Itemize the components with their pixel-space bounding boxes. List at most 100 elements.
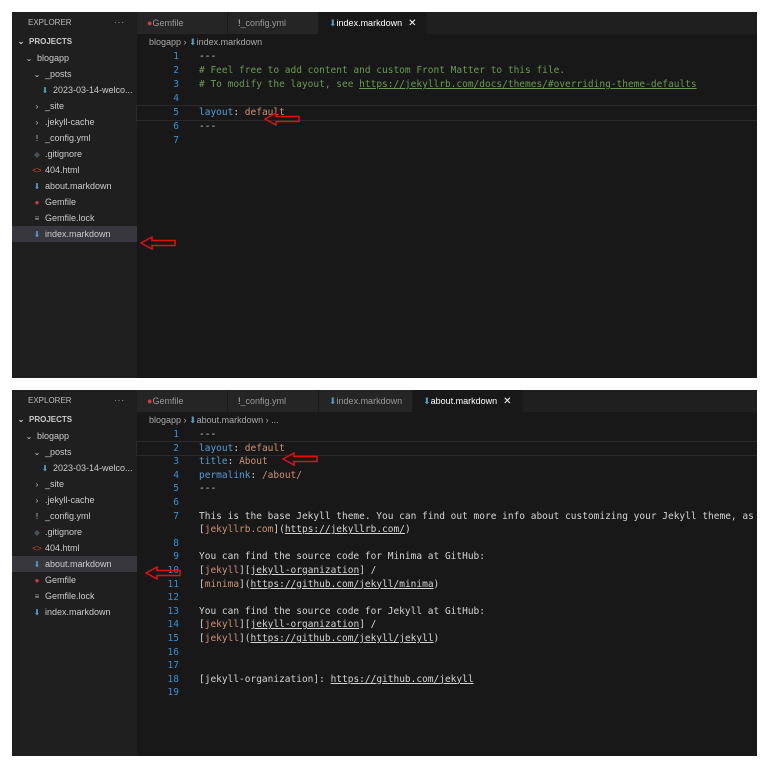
projects-section-header[interactable]: ⌄ PROJECTS — [12, 34, 137, 50]
projects-section-header[interactable]: ⌄ PROJECTS — [12, 412, 137, 428]
tree-item[interactable]: › .jekyll-cache — [12, 114, 137, 130]
tab-label: about.markdown — [430, 396, 498, 406]
tree-item[interactable]: ≡ Gemfile.lock — [12, 588, 137, 604]
editor-area: ●Gemfile !_config.yml ⬇index.markdown ✕ blog… — [136, 12, 757, 378]
yaml-icon: ! — [35, 512, 39, 521]
code-token: ]( — [273, 524, 285, 536]
tree-item[interactable]: ! _config.yml — [12, 130, 137, 146]
close-tab-icon[interactable]: ✕ — [408, 18, 416, 29]
tree-item[interactable]: › _site — [12, 98, 137, 114]
code-token: https://github.com/jekyll/jekyll — [250, 632, 434, 644]
tree-item[interactable]: ⌄ _posts — [12, 444, 137, 460]
breadcrumb-item[interactable]: index.markdown — [197, 37, 263, 47]
code-token: layout — [199, 107, 234, 118]
markdown-icon: ⬇ — [33, 230, 41, 239]
code-line: 1 --- — [137, 428, 757, 442]
tree-item[interactable]: ⬇ index.markdown — [12, 226, 137, 242]
tab[interactable]: ⬇index.markdown ✕ — [319, 12, 428, 34]
tree-item[interactable]: ⬇ 2023-03-14-welco... — [12, 82, 137, 98]
tree-item[interactable]: › _site — [12, 476, 137, 492]
tab[interactable]: !_config.yml — [228, 12, 319, 34]
breadcrumb-item[interactable]: blogapp — [149, 415, 181, 425]
tree-item[interactable]: ⬇ 2023-03-14-welco... — [12, 460, 137, 476]
tree-item[interactable]: <> 404.html — [12, 162, 137, 178]
tree-item[interactable]: ⬇ about.markdown — [12, 556, 137, 572]
code-line: 7 This is the base Jekyll theme. You can … — [137, 510, 757, 524]
tree-item[interactable]: ● Gemfile — [12, 572, 137, 588]
tree-item[interactable]: ⬇ about.markdown — [12, 178, 137, 194]
code-line: 3 # To modify the layout, see https://jek… — [137, 78, 757, 92]
code-token: minima — [204, 578, 240, 590]
tab[interactable]: ●Gemfile — [137, 390, 228, 412]
code-line: 5 --- — [137, 482, 757, 496]
tree-item[interactable]: ! _config.yml — [12, 508, 137, 524]
tree-item-label: about.markdown — [45, 559, 112, 569]
more-actions-button[interactable]: ··· — [114, 390, 125, 412]
code-token: https://github.com/jekyll — [330, 673, 474, 685]
tab[interactable]: ●Gemfile — [137, 12, 228, 34]
breadcrumb-item[interactable]: ... — [271, 415, 279, 425]
annotation-arrow — [140, 236, 176, 250]
tree-item[interactable]: › .jekyll-cache — [12, 492, 137, 508]
code-line: 7 — [137, 134, 757, 148]
tree-item[interactable]: ◆ .gitignore — [12, 524, 137, 540]
annotation-arrow — [264, 112, 300, 126]
tree-item[interactable]: ⬇ index.markdown — [12, 604, 137, 620]
tree-item[interactable]: ⌄ blogapp — [12, 428, 137, 444]
line-number: 1 — [173, 429, 179, 440]
line-number: 3 — [173, 456, 179, 468]
tab-label: _config.yml — [240, 396, 287, 406]
code-token: --- — [199, 483, 217, 495]
tab[interactable]: !_config.yml — [228, 390, 319, 412]
tree-item-label: blogapp — [37, 53, 70, 63]
tree-item[interactable]: ⌄ _posts — [12, 66, 137, 82]
breadcrumb-item[interactable]: blogapp — [149, 37, 181, 47]
line-number: 15 — [167, 632, 179, 644]
code-token: --- — [199, 121, 217, 132]
line-number: 19 — [167, 687, 179, 699]
tab-label: index.markdown — [336, 18, 403, 28]
line-number: 4 — [173, 469, 179, 481]
code-token: jekyll — [204, 632, 240, 644]
tree-item[interactable]: <> 404.html — [12, 540, 137, 556]
close-tab-icon[interactable]: ✕ — [503, 396, 511, 407]
tree-item-label: _posts — [45, 69, 72, 79]
code-token: [jekyll-organization]: — [199, 673, 331, 685]
markdown-icon: ⬇ — [33, 182, 41, 191]
tree-item-label: Gemfile — [45, 197, 77, 207]
tab[interactable]: ⬇index.markdown — [319, 390, 414, 412]
code-editor[interactable]: 1 --- 2 # Feel free to add content and cust… — [136, 50, 757, 148]
code-line: 11[minima](https://github.com/jekyll/min… — [137, 578, 757, 592]
line-number: 7 — [173, 135, 179, 146]
code-token: https://jekyllrb.com/docs/themes/#overri… — [359, 79, 697, 90]
tree-item[interactable]: ≡ Gemfile.lock — [12, 210, 137, 226]
markdown-icon: ⬇ — [189, 415, 197, 425]
line-number: 9 — [173, 551, 179, 563]
code-token: jekyll — [204, 564, 240, 576]
chevron-down-icon: ⌄ — [25, 54, 33, 63]
tree-item-label: .gitignore — [45, 149, 83, 159]
projects-label: PROJECTS — [29, 415, 73, 424]
ruby-icon: ● — [34, 198, 40, 207]
tree-item-label: _site — [45, 101, 65, 111]
tab-label: Gemfile — [152, 18, 184, 28]
tree-item[interactable]: ● Gemfile — [12, 194, 137, 210]
tree-item[interactable]: ◆ .gitignore — [12, 146, 137, 162]
code-token: --- — [199, 51, 217, 62]
code-token: ]( — [239, 632, 251, 644]
code-line: 2 # Feel free to add content and custom F… — [137, 64, 757, 78]
breadcrumb-item[interactable]: about.markdown — [197, 415, 264, 425]
markdown-icon: ⬇ — [41, 86, 49, 95]
tree-item-label: .gitignore — [45, 527, 83, 537]
markdown-icon: ⬇ — [33, 608, 41, 617]
code-token: /about/ — [261, 469, 302, 481]
code-editor[interactable]: 1 --- 2 layout: default 3 title: About 4 permal… — [136, 428, 757, 700]
tree-item-label: _posts — [45, 447, 72, 457]
tree-item[interactable]: ⌄ blogapp — [12, 50, 137, 66]
tab[interactable]: ⬇about.markdown ✕ — [413, 390, 523, 412]
code-token: permalink — [199, 469, 251, 481]
tree-item-label: index.markdown — [45, 229, 111, 239]
chevron-down-icon: ⌄ — [33, 448, 41, 457]
line-number: 5 — [173, 483, 179, 495]
more-actions-button[interactable]: ··· — [114, 12, 125, 34]
